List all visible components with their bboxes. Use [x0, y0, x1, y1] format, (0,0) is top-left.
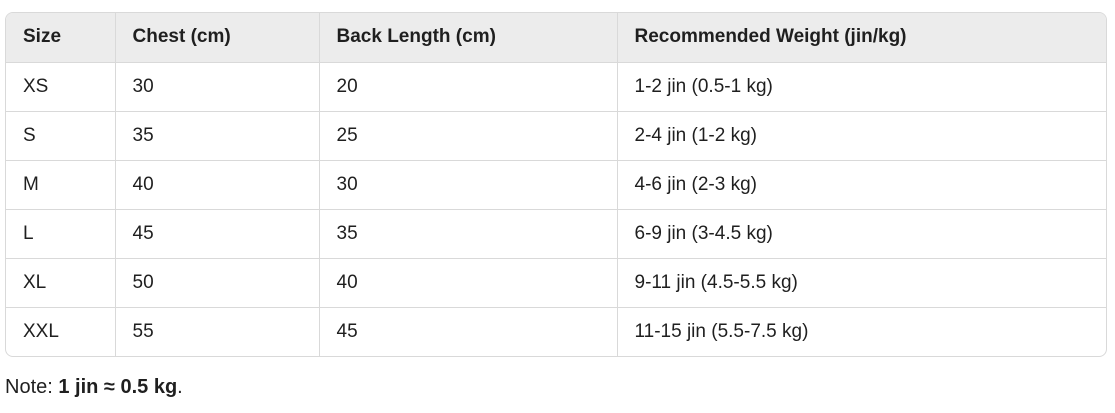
- table-row: L 45 35 6-9 jin (3-4.5 kg): [6, 209, 1106, 259]
- table-row: S 35 25 2-4 jin (1-2 kg): [6, 111, 1106, 161]
- size-chart-table: Size Chest (cm) Back Length (cm) Recomme…: [6, 13, 1106, 356]
- cell-back-length: 30: [319, 160, 618, 210]
- table-row: XS 30 20 1-2 jin (0.5-1 kg): [6, 62, 1106, 112]
- table-body: XS 30 20 1-2 jin (0.5-1 kg) S 35 25 2-4 …: [6, 62, 1106, 356]
- table-header: Size Chest (cm) Back Length (cm) Recomme…: [6, 13, 1106, 63]
- cell-weight: 9-11 jin (4.5-5.5 kg): [617, 258, 1106, 308]
- cell-back-length: 35: [319, 209, 618, 259]
- table-row: XL 50 40 9-11 jin (4.5-5.5 kg): [6, 258, 1106, 308]
- header-back-length: Back Length (cm): [319, 13, 618, 63]
- header-chest: Chest (cm): [115, 13, 320, 63]
- conversion-note: Note: 1 jin ≈ 0.5 kg.: [5, 376, 183, 399]
- cell-size: XS: [6, 62, 116, 112]
- cell-chest: 50: [115, 258, 320, 308]
- header-recommended-weight: Recommended Weight (jin/kg): [617, 13, 1106, 63]
- cell-weight: 6-9 jin (3-4.5 kg): [617, 209, 1106, 259]
- cell-chest: 30: [115, 62, 320, 112]
- table-row: XXL 55 45 11-15 jin (5.5-7.5 kg): [6, 307, 1106, 356]
- cell-chest: 55: [115, 307, 320, 356]
- header-row: Size Chest (cm) Back Length (cm) Recomme…: [6, 13, 1106, 63]
- cell-chest: 35: [115, 111, 320, 161]
- cell-weight: 1-2 jin (0.5-1 kg): [617, 62, 1106, 112]
- cell-weight: 11-15 jin (5.5-7.5 kg): [634, 320, 809, 342]
- cell-size: XXL: [6, 307, 116, 356]
- cell-size: XL: [6, 258, 116, 308]
- cell-chest: 45: [115, 209, 320, 259]
- note-suffix: .: [177, 376, 183, 398]
- size-table-container: Size Chest (cm) Back Length (cm) Recomme…: [5, 12, 1107, 357]
- cell-back-length: 20: [319, 62, 618, 112]
- note-prefix: Note:: [5, 376, 59, 398]
- cell-size: M: [6, 160, 116, 210]
- cell-size: L: [6, 209, 116, 259]
- cell-back-length: 40: [319, 258, 618, 308]
- cell-back-length: 45: [319, 307, 618, 356]
- cell-weight: 2-4 jin (1-2 kg): [617, 111, 1106, 161]
- table-row: M 40 30 4-6 jin (2-3 kg): [6, 160, 1106, 210]
- cell-weight: 4-6 jin (2-3 kg): [617, 160, 1106, 210]
- cell-back-length: 25: [319, 111, 618, 161]
- note-emphasis: 1 jin ≈ 0.5 kg: [58, 376, 178, 398]
- cell-size: S: [6, 111, 116, 161]
- cell-chest: 40: [115, 160, 320, 210]
- header-size: Size: [6, 13, 116, 63]
